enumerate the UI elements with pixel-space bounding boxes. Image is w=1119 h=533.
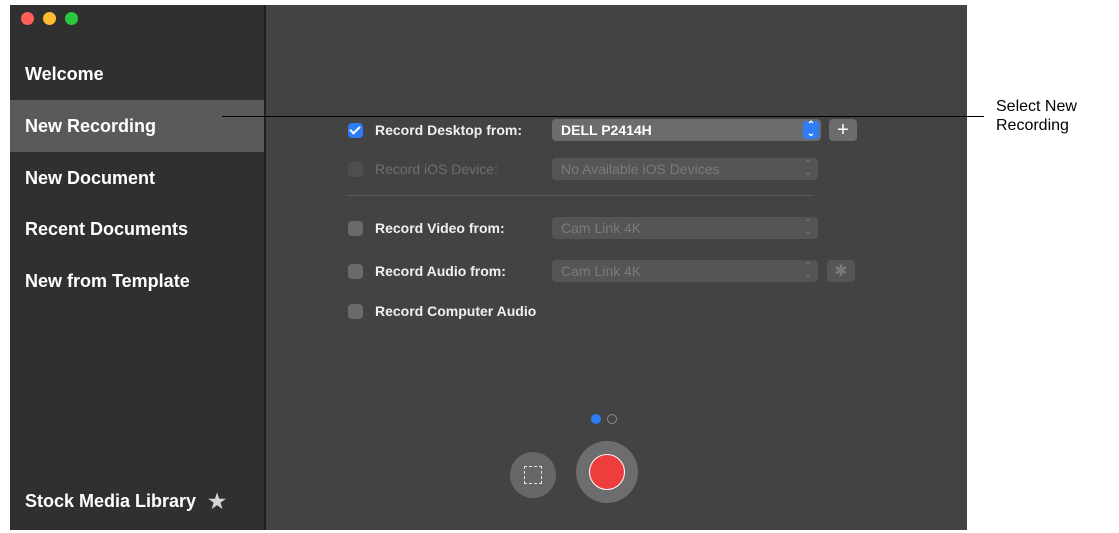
dashed-rect-icon [524, 466, 542, 484]
record-video-row: Record Video from: [348, 217, 505, 239]
record-ios-checkbox[interactable] [348, 161, 363, 177]
record-icon [589, 454, 625, 490]
record-ios-row: Record iOS Device: [348, 158, 498, 180]
record-computer-audio-checkbox[interactable] [348, 303, 363, 319]
record-audio-checkbox[interactable] [348, 263, 363, 279]
ios-device-value: No Available iOS Devices [561, 161, 720, 177]
zoom-window-button[interactable] [65, 12, 78, 25]
audio-settings-button[interactable]: ✱ [827, 260, 855, 282]
record-ios-label: Record iOS Device: [375, 161, 498, 177]
sidebar-item-new-recording[interactable]: New Recording [10, 100, 264, 152]
stock-media-library[interactable]: Stock Media Library ★ [25, 489, 226, 514]
record-computer-audio-row: Record Computer Audio [348, 300, 536, 322]
record-video-label: Record Video from: [375, 220, 505, 236]
plus-icon: + [837, 118, 849, 141]
callout-line-2: Recording [996, 117, 1069, 134]
ios-device-select[interactable]: No Available iOS Devices ⌃ ⌄ [552, 158, 818, 180]
sidebar-item-welcome[interactable]: Welcome [10, 48, 264, 100]
record-button[interactable] [576, 441, 638, 503]
chevron-updown-icon: ⌃ ⌄ [803, 121, 819, 139]
sidebar-item-recent-documents[interactable]: Recent Documents [10, 203, 264, 255]
add-display-button[interactable]: + [829, 119, 857, 141]
sidebar: Welcome New Recording New Document Recen… [10, 5, 266, 530]
audio-source-value: Cam Link 4K [561, 263, 642, 279]
record-computer-audio-label: Record Computer Audio [375, 303, 537, 319]
window-controls [21, 12, 78, 25]
record-audio-label: Record Audio from: [375, 263, 506, 279]
record-audio-row: Record Audio from: [348, 260, 506, 282]
page-indicator [591, 414, 617, 424]
desktop-source-value: DELL P2414H [561, 122, 652, 138]
callout-line [222, 116, 984, 117]
stock-media-label: Stock Media Library [25, 491, 197, 511]
close-window-button[interactable] [21, 12, 34, 25]
callout-line-1: Select New [996, 98, 1077, 115]
chevron-updown-icon: ⌃ ⌄ [803, 261, 813, 280]
audio-source-select[interactable]: Cam Link 4K ⌃ ⌄ [552, 260, 818, 282]
chevron-updown-icon: ⌃ ⌄ [803, 218, 813, 237]
chevron-updown-icon: ⌃ ⌄ [803, 159, 813, 178]
star-icon[interactable]: ★ [208, 489, 226, 514]
sidebar-item-new-document[interactable]: New Document [10, 152, 264, 204]
page-dot-inactive[interactable] [607, 414, 617, 424]
sidebar-item-new-from-template[interactable]: New from Template [10, 255, 264, 307]
record-desktop-row: Record Desktop from: [348, 119, 522, 141]
record-desktop-label: Record Desktop from: [375, 122, 523, 138]
gear-icon: ✱ [834, 263, 848, 280]
section-divider [347, 195, 813, 196]
select-area-button[interactable] [510, 452, 556, 498]
page-dot-active[interactable] [591, 414, 601, 424]
record-video-checkbox[interactable] [348, 220, 363, 236]
minimize-window-button[interactable] [43, 12, 56, 25]
callout-text: Select New Recording [996, 97, 1116, 135]
record-desktop-checkbox[interactable] [348, 122, 363, 138]
video-source-select[interactable]: Cam Link 4K ⌃ ⌄ [552, 217, 818, 239]
desktop-source-select[interactable]: DELL P2414H ⌃ ⌄ [552, 119, 821, 141]
video-source-value: Cam Link 4K [561, 220, 642, 236]
